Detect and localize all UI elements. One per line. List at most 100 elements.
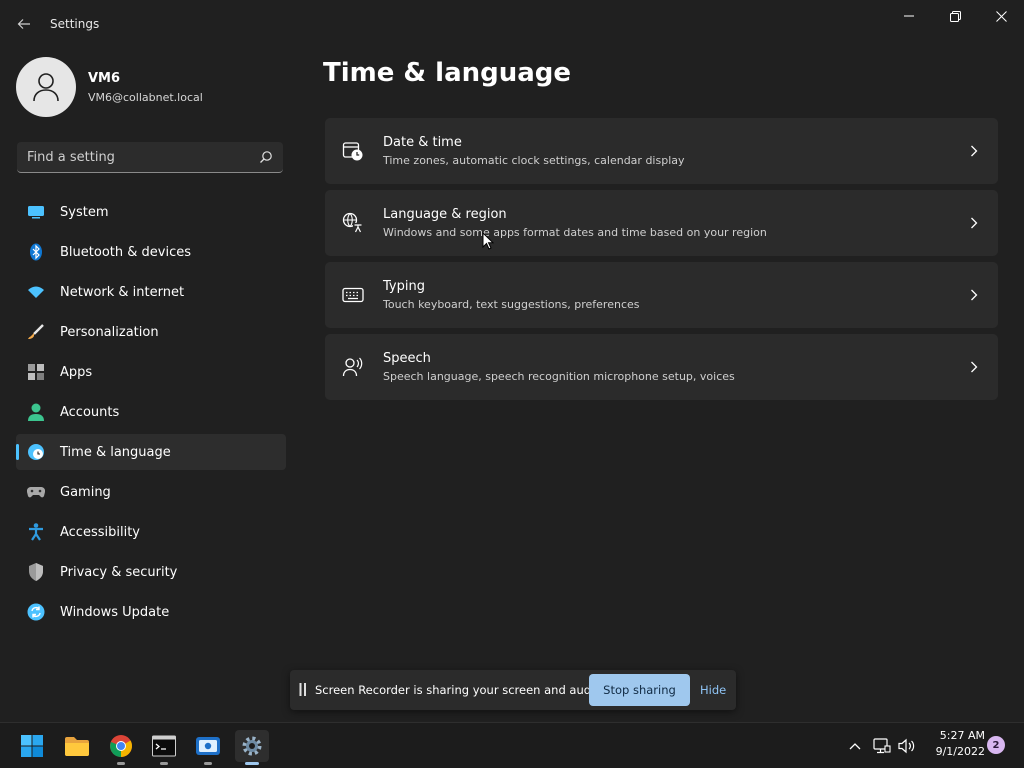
avatar (16, 57, 76, 117)
monitor-icon (27, 203, 45, 221)
account-icon (27, 403, 45, 421)
card-title: Date & time (383, 135, 462, 150)
sidebar-item-gaming[interactable]: Gaming (16, 474, 286, 510)
terminal-icon (152, 735, 176, 757)
card-subtitle: Speech language, speech recognition micr… (383, 370, 735, 383)
calendar-clock-icon (342, 140, 364, 162)
gamepad-icon (27, 483, 45, 501)
chevron-up-icon (849, 743, 861, 750)
sidebar-item-label: Accessibility (60, 524, 140, 540)
taskbar-terminal[interactable] (147, 730, 181, 765)
update-icon (27, 603, 45, 621)
card-speech[interactable]: Speech Speech language, speech recogniti… (325, 334, 998, 400)
sidebar-item-network[interactable]: Network & internet (16, 274, 286, 310)
show-hidden-icons-button[interactable] (846, 737, 864, 755)
close-icon (995, 10, 1007, 22)
taskbar-settings[interactable] (235, 730, 269, 765)
pause-icon[interactable] (299, 683, 307, 696)
globe-clock-icon (27, 443, 45, 461)
profile-email: VM6@collabnet.local (88, 91, 203, 104)
language-icon (342, 212, 364, 234)
minimize-button[interactable] (886, 4, 932, 28)
start-icon (21, 735, 43, 757)
notification-badge[interactable]: 2 (987, 736, 1005, 754)
brush-icon (27, 323, 45, 341)
hide-link[interactable]: Hide (700, 683, 726, 697)
taskbar-screen-recorder[interactable] (191, 730, 225, 765)
taskbar (0, 722, 1024, 768)
sidebar-item-label: Gaming (60, 484, 111, 500)
shield-icon (27, 563, 45, 581)
sidebar-item-label: Bluetooth & devices (60, 244, 191, 260)
bluetooth-icon (27, 243, 45, 261)
start-button[interactable] (15, 730, 49, 762)
accessibility-icon (27, 523, 45, 541)
sidebar-item-apps[interactable]: Apps (16, 354, 286, 390)
chevron-right-icon (968, 216, 980, 230)
sidebar-item-time-language[interactable]: Time & language (16, 434, 286, 470)
card-date-time[interactable]: Date & time Time zones, automatic clock … (325, 118, 998, 184)
file-explorer-icon (65, 737, 89, 756)
stop-sharing-button[interactable]: Stop sharing (589, 674, 690, 706)
card-title: Language & region (383, 207, 507, 222)
search-input[interactable] (17, 142, 247, 172)
apps-icon (27, 363, 45, 381)
page-title: Time & language (323, 58, 572, 88)
taskbar-chrome[interactable] (104, 730, 138, 765)
sidebar-item-windows-update[interactable]: Windows Update (16, 594, 286, 630)
user-profile[interactable]: VM6 VM6@collabnet.local (16, 57, 286, 117)
keyboard-icon (342, 284, 364, 306)
sidebar-item-bluetooth[interactable]: Bluetooth & devices (16, 234, 286, 270)
chevron-right-icon (968, 360, 980, 374)
active-indicator (245, 762, 259, 765)
card-subtitle: Touch keyboard, text suggestions, prefer… (383, 298, 640, 311)
settings-icon (242, 736, 262, 756)
card-title: Typing (383, 279, 425, 294)
network-status[interactable] (873, 737, 891, 755)
card-title: Speech (383, 351, 431, 366)
sidebar-item-label: Personalization (60, 324, 159, 340)
close-button[interactable] (978, 4, 1024, 28)
settings-window: Settings VM6 VM6@collabnet.local System … (0, 0, 1024, 722)
speaker-icon (898, 738, 915, 754)
share-message: Screen Recorder is sharing your screen a… (315, 683, 605, 697)
sidebar-item-label: System (60, 204, 109, 220)
search-icon[interactable] (259, 150, 273, 164)
search-box[interactable] (17, 142, 283, 173)
screen-recorder-icon (196, 737, 220, 755)
running-indicator (160, 762, 168, 765)
chrome-icon (110, 735, 132, 757)
chevron-right-icon (968, 144, 980, 158)
card-language-region[interactable]: Language & region Windows and some apps … (325, 190, 998, 256)
sidebar-item-personalization[interactable]: Personalization (16, 314, 286, 350)
sidebar-item-privacy[interactable]: Privacy & security (16, 554, 286, 590)
user-icon (33, 73, 59, 102)
taskbar-file-explorer[interactable] (60, 730, 94, 762)
sidebar-item-label: Accounts (60, 404, 120, 420)
wifi-icon (27, 283, 45, 301)
running-indicator (117, 762, 125, 765)
restore-button[interactable] (932, 4, 978, 28)
ethernet-icon (873, 738, 891, 754)
card-subtitle: Windows and some apps format dates and t… (383, 226, 767, 239)
screen-share-bar: Screen Recorder is sharing your screen a… (290, 670, 736, 710)
sidebar-item-system[interactable]: System (16, 194, 286, 230)
sidebar-item-label: Time & language (60, 444, 171, 460)
sidebar-item-label: Privacy & security (60, 564, 178, 580)
clock-time[interactable]: 5:27 AM (933, 729, 985, 742)
running-indicator (204, 762, 212, 765)
card-typing[interactable]: Typing Touch keyboard, text suggestions,… (325, 262, 998, 328)
speech-icon (342, 356, 364, 378)
card-subtitle: Time zones, automatic clock settings, ca… (383, 154, 685, 167)
chevron-right-icon (968, 288, 980, 302)
sidebar-item-accounts[interactable]: Accounts (16, 394, 286, 430)
clock-date[interactable]: 9/1/2022 (926, 745, 985, 758)
arrow-left-icon (17, 19, 30, 29)
sidebar-item-accessibility[interactable]: Accessibility (16, 514, 286, 550)
volume-status[interactable] (898, 737, 916, 755)
app-title: Settings (50, 17, 100, 31)
back-button[interactable] (12, 12, 36, 36)
mouse-cursor-icon (482, 232, 494, 250)
title-bar: Settings (0, 0, 1024, 48)
settings-cards: Date & time Time zones, automatic clock … (325, 118, 998, 406)
